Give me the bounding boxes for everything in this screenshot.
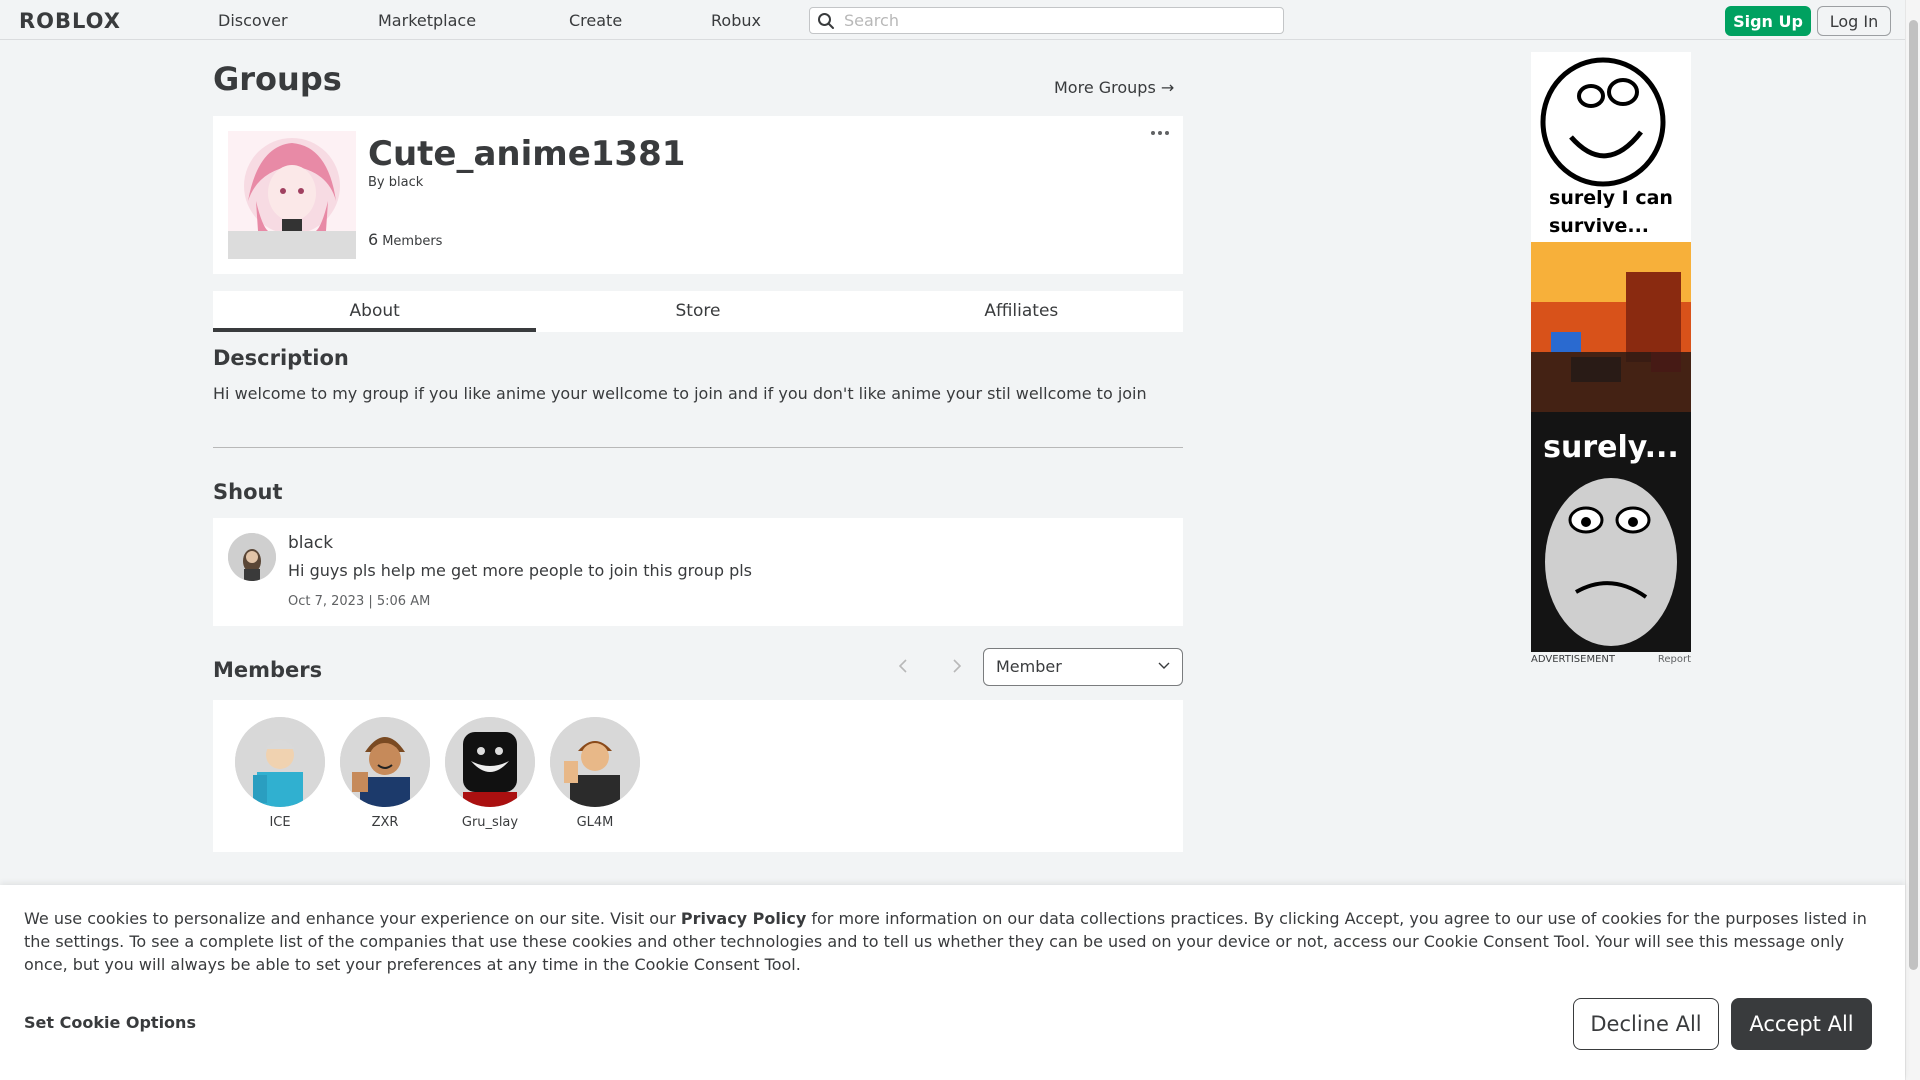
role-filter-dropdown[interactable]: Member [983,648,1183,686]
member-avatar[interactable] [235,717,325,807]
svg-text:survive...: survive... [1549,215,1649,237]
divider [213,447,1183,448]
decline-all-button[interactable]: Decline All [1573,998,1719,1050]
more-groups-link[interactable]: More Groups → [1054,78,1174,97]
role-filter-value: Member [996,657,1062,676]
privacy-policy-link[interactable]: Privacy Policy [681,909,806,928]
page-scrollbar[interactable] [1905,0,1920,1080]
cookie-consent-banner: We use cookies to personalize and enhanc… [0,885,1905,1080]
member-name[interactable]: ICE [234,815,326,830]
previous-page-icon[interactable] [894,656,914,676]
group-emblem [228,131,356,259]
search-input[interactable] [844,10,1264,31]
chevron-down-icon [1158,662,1170,669]
accept-all-button[interactable]: Accept All [1731,998,1872,1050]
search-icon [818,13,834,29]
shout-card: black Hi guys pls help me get more peopl… [213,518,1183,626]
ad-report-link[interactable]: Report [1658,654,1691,665]
member-tile[interactable]: ICE [234,717,326,830]
members-title: Members [213,658,323,682]
sign-up-button[interactable]: Sign Up [1725,6,1811,36]
owner-link[interactable]: black [389,175,424,190]
more-options-icon[interactable] [1149,128,1171,138]
shout-timestamp: Oct 7, 2023 | 5:06 AM [288,594,431,609]
members-card: ICE ZXR Gru_slay GL4M [213,700,1183,852]
advertisement-banner[interactable]: surely I can survive... surely... [1531,52,1691,652]
member-avatar[interactable] [340,717,430,807]
tab-store[interactable]: Store [536,291,859,332]
group-name: Cute_anime1381 [368,134,686,174]
shout-author-avatar[interactable] [228,533,276,581]
advertisement-image: surely I can survive... surely... [1531,52,1691,652]
member-name[interactable]: ZXR [339,815,431,830]
member-name[interactable]: Gru_slay [444,815,536,830]
by-label: By [368,175,385,190]
tab-affiliates[interactable]: Affiliates [860,291,1183,332]
group-tabs: About Store Affiliates [213,291,1183,332]
search-box[interactable] [809,7,1284,34]
shout-author-name[interactable]: black [288,533,333,553]
description-title: Description [213,346,349,370]
shout-title: Shout [213,480,283,504]
log-in-button[interactable]: Log In [1817,6,1891,36]
group-owner: By black [368,175,423,190]
cookie-text-part: We use cookies to personalize and enhanc… [24,909,681,928]
tab-about[interactable]: About [213,291,537,332]
members-label: Members [382,234,443,249]
member-avatar[interactable] [550,717,640,807]
nav-marketplace[interactable]: Marketplace [378,11,476,30]
group-header-card: Cute_anime1381 By black 6 Members [213,116,1183,274]
next-page-icon[interactable] [946,656,966,676]
member-avatar[interactable] [445,717,535,807]
top-navigation-bar: ROBLOX Discover Marketplace Create Robux… [0,0,1905,40]
set-cookie-options-link[interactable]: Set Cookie Options [24,1013,196,1032]
ad-text-bottom: surely... [1543,430,1679,465]
nav-discover[interactable]: Discover [218,11,288,30]
member-tile[interactable]: Gru_slay [444,717,536,830]
page-title: Groups [213,60,342,98]
group-description: Hi welcome to my group if you like anime… [213,384,1147,403]
shout-message: Hi guys pls help me get more people to j… [288,561,752,580]
member-count-value: 6 [368,230,379,249]
scrollbar-thumb[interactable] [1909,20,1918,970]
member-tile[interactable]: ZXR [339,717,431,830]
cookie-message: We use cookies to personalize and enhanc… [24,907,1884,976]
ad-text-top: surely I can [1549,187,1673,209]
nav-robux[interactable]: Robux [711,11,761,30]
ad-footer: ADVERTISEMENT Report [1531,654,1691,665]
roblox-logo[interactable]: ROBLOX [19,9,121,33]
member-name[interactable]: GL4M [549,815,641,830]
member-count: 6 Members [368,230,442,249]
member-tile[interactable]: GL4M [549,717,641,830]
nav-create[interactable]: Create [569,11,622,30]
ad-label: ADVERTISEMENT [1531,654,1616,665]
